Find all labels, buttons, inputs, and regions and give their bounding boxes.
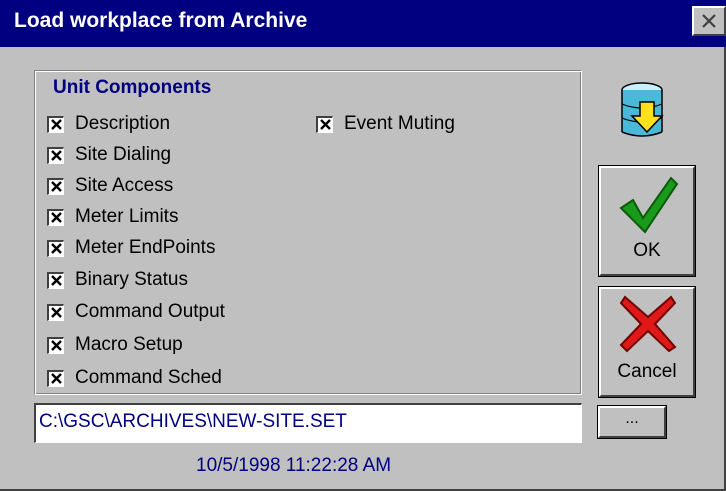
checkmark-x-icon — [50, 150, 62, 161]
checkbox-command-output[interactable]: Command Output — [47, 300, 225, 324]
checkmark-x-icon — [319, 119, 331, 130]
title-bar[interactable]: Load workplace from Archive — [0, 0, 726, 47]
checkbox-box[interactable] — [316, 115, 333, 133]
cancel-label: Cancel — [617, 361, 677, 382]
checkbox-command-sched[interactable]: Command Sched — [47, 366, 222, 390]
checkbox-label: Site Access — [75, 175, 174, 196]
checkbox-label: Command Output — [75, 301, 225, 322]
checkbox-label: Command Sched — [75, 367, 222, 388]
checkbox-label: Macro Setup — [75, 334, 183, 355]
archive-path-field[interactable]: C:\GSC\ARCHIVES\NEW-SITE.SET — [34, 403, 582, 443]
checkbox-box[interactable] — [47, 208, 64, 226]
close-button[interactable] — [692, 6, 726, 36]
checkbox-event-muting[interactable]: Event Muting — [316, 112, 455, 136]
checkbox-description[interactable]: Description — [47, 112, 170, 136]
checkbox-site-access[interactable]: Site Access — [47, 174, 173, 198]
checkmark-x-icon — [50, 340, 62, 351]
checkmark-x-icon — [50, 181, 62, 192]
checkmark-x-icon — [50, 307, 62, 318]
checkbox-box[interactable] — [47, 146, 64, 164]
checkmark-x-icon — [50, 212, 62, 223]
checkbox-label: Site Dialing — [75, 144, 172, 165]
group-title: Unit Components — [53, 77, 212, 98]
checkbox-meter-endpoints[interactable]: Meter EndPoints — [47, 236, 215, 260]
archive-timestamp: 10/5/1998 11:22:28 AM — [196, 455, 392, 476]
checkbox-macro-setup[interactable]: Macro Setup — [47, 333, 183, 357]
checkbox-box[interactable] — [47, 177, 64, 195]
red-x-icon — [619, 295, 677, 353]
checkbox-box[interactable] — [47, 239, 64, 257]
browse-label: ... — [625, 410, 639, 427]
window-title: Load workplace from Archive — [14, 9, 308, 32]
checkbox-meter-limits[interactable]: Meter Limits — [47, 205, 178, 229]
checkbox-label: Description — [75, 113, 171, 134]
close-icon — [702, 14, 716, 28]
checkbox-box[interactable] — [47, 271, 64, 289]
browse-button[interactable]: ... — [597, 405, 667, 439]
checkmark-x-icon — [50, 243, 62, 254]
checkbox-binary-status[interactable]: Binary Status — [47, 268, 188, 292]
ok-label: OK — [633, 240, 661, 261]
checkbox-label: Meter Limits — [75, 206, 179, 227]
ok-button[interactable]: OK — [598, 165, 696, 277]
dialog-window: Load workplace from Archive Unit Compone… — [0, 0, 726, 491]
checkbox-box[interactable] — [47, 369, 64, 387]
database-download-icon — [621, 82, 664, 137]
checkbox-box[interactable] — [47, 115, 64, 133]
checkmark-x-icon — [50, 275, 62, 286]
checkbox-site-dialing[interactable]: Site Dialing — [47, 143, 171, 167]
checkbox-box[interactable] — [47, 336, 64, 354]
checkbox-label: Binary Status — [75, 269, 188, 290]
checkmark-x-icon — [50, 373, 62, 384]
checkbox-box[interactable] — [47, 303, 64, 321]
checkmark-icon — [619, 176, 679, 234]
checkbox-label: Meter EndPoints — [75, 237, 216, 258]
cancel-button[interactable]: Cancel — [598, 286, 696, 398]
checkbox-label: Event Muting — [344, 113, 455, 134]
checkmark-x-icon — [50, 119, 62, 130]
